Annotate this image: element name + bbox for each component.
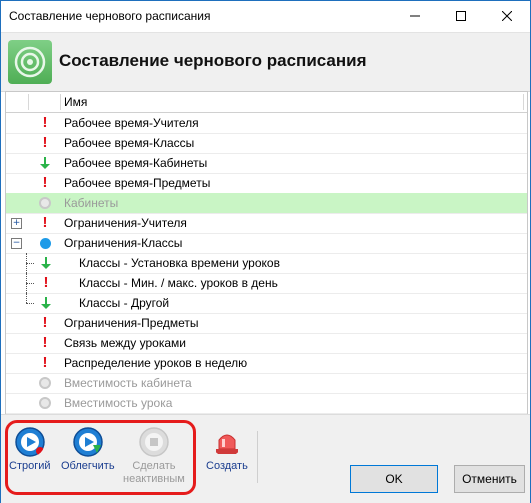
- table-row[interactable]: Рабочее время-Кабинеты: [6, 153, 527, 174]
- grid-column-header: Имя: [6, 92, 527, 113]
- blue-dot-icon: [37, 235, 53, 251]
- down-arrow-green-icon: [37, 155, 53, 171]
- tree-line: [26, 303, 34, 305]
- schedule-logo-icon: [8, 40, 52, 84]
- child-row[interactable]: Классы - Другой: [6, 293, 527, 314]
- row-label: Ограничения-Классы: [64, 236, 183, 250]
- column-header-name[interactable]: Имя: [64, 95, 87, 109]
- row-label: Рабочее время-Кабинеты: [64, 156, 208, 170]
- tree-line: [26, 293, 28, 303]
- error-exclamation-icon: !: [42, 314, 48, 331]
- child-row[interactable]: Классы - Установка времени уроков: [6, 253, 527, 274]
- row-label: Связь между уроками: [64, 336, 186, 350]
- table-row[interactable]: ! Распределение уроков в неделю: [6, 353, 527, 374]
- ok-button[interactable]: OK: [350, 465, 438, 493]
- toolbar-separator: [257, 431, 258, 483]
- row-label: Рабочее время-Учителя: [64, 116, 199, 130]
- row-label: Вместимость кабинета: [64, 376, 192, 390]
- table-row[interactable]: ! Ограничения-Предметы: [6, 313, 527, 334]
- create-button[interactable]: Создать: [206, 427, 248, 473]
- expand-icon[interactable]: +: [11, 218, 22, 229]
- row-label: Вместимость урока: [64, 396, 173, 410]
- dialog-header: Составление чернового расписания: [1, 32, 530, 92]
- error-exclamation-icon: !: [42, 334, 48, 351]
- cancel-button[interactable]: Отменить: [454, 465, 525, 493]
- row-label: Распределение уроков в неделю: [64, 356, 248, 370]
- error-exclamation-icon: !: [42, 354, 48, 371]
- table-row[interactable]: ! Рабочее время-Учителя: [6, 113, 527, 134]
- maximize-icon: [456, 11, 466, 21]
- table-row[interactable]: Кабинеты: [6, 193, 527, 214]
- minimize-icon: [410, 15, 420, 17]
- row-label: Рабочее время-Классы: [64, 136, 195, 150]
- page-title: Составление чернового расписания: [59, 51, 367, 70]
- row-label: Ограничения-Учителя: [64, 216, 187, 230]
- highlight-box: [5, 420, 196, 495]
- error-exclamation-icon: !: [43, 274, 49, 291]
- table-row[interactable]: Вместимость урока: [6, 393, 527, 414]
- table-row[interactable]: − Ограничения-Классы: [6, 233, 527, 254]
- row-label: Классы - Установка времени уроков: [79, 256, 280, 270]
- row-label: Кабинеты: [64, 196, 119, 210]
- rules-grid: Имя ! Рабочее время-Учителя! Рабочее время…: [5, 91, 528, 415]
- inactive-circle-icon: [37, 375, 53, 391]
- minimize-button[interactable]: [392, 1, 438, 31]
- table-row[interactable]: ! Рабочее время-Предметы: [6, 173, 527, 194]
- maximize-button[interactable]: [438, 1, 484, 31]
- error-exclamation-icon: !: [42, 174, 48, 191]
- table-row[interactable]: +! Ограничения-Учителя: [6, 213, 527, 234]
- down-arrow-green-icon: [38, 295, 54, 311]
- close-button[interactable]: [484, 1, 530, 31]
- window-title: Составление чернового расписания: [9, 9, 211, 23]
- error-exclamation-icon: !: [42, 134, 48, 151]
- error-exclamation-icon: !: [42, 114, 48, 131]
- collapse-icon[interactable]: −: [11, 238, 22, 249]
- table-row[interactable]: Вместимость кабинета: [6, 373, 527, 394]
- inactive-circle-icon: [37, 395, 53, 411]
- close-icon: [502, 11, 512, 21]
- title-bar: Составление чернового расписания: [1, 1, 530, 31]
- alarm-siren-icon: [215, 434, 238, 454]
- child-row[interactable]: ! Классы - Мин. / макс. уроков в день: [6, 273, 527, 294]
- create-label: Создать: [206, 460, 248, 472]
- row-label: Ограничения-Предметы: [64, 316, 199, 330]
- table-row[interactable]: ! Рабочее время-Классы: [6, 133, 527, 154]
- dialog-window: Составление чернового расписания Составл…: [0, 0, 531, 503]
- error-exclamation-icon: !: [42, 214, 48, 231]
- row-label: Классы - Мин. / макс. уроков в день: [79, 276, 278, 290]
- tree-line: [26, 263, 34, 265]
- row-label: Рабочее время-Предметы: [64, 176, 211, 190]
- down-arrow-green-icon: [38, 255, 54, 271]
- table-row[interactable]: ! Связь между уроками: [6, 333, 527, 354]
- tree-line: [26, 283, 34, 285]
- inactive-circle-icon: [37, 195, 53, 211]
- row-label: Классы - Другой: [79, 296, 170, 310]
